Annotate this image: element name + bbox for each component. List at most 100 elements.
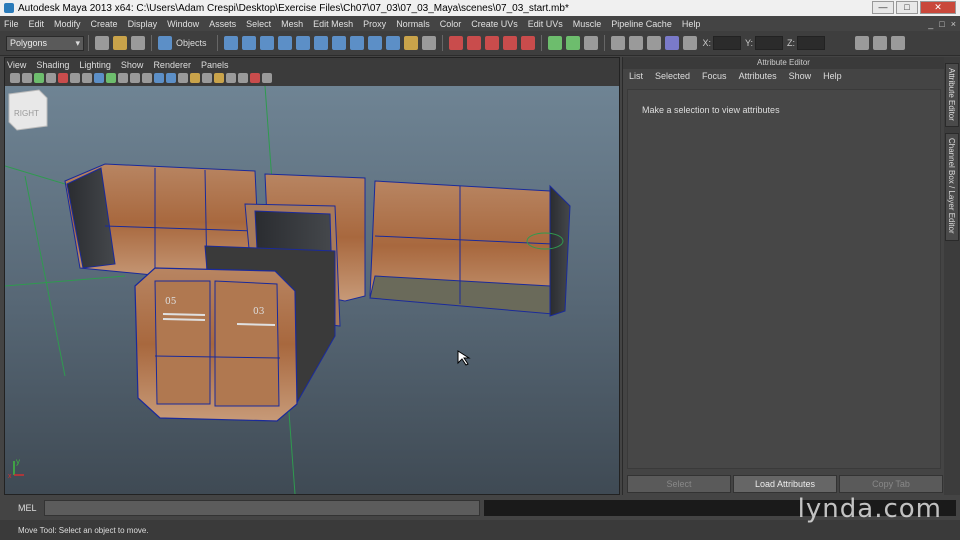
mask-dynamics-icon[interactable] [367,36,382,50]
select-button[interactable]: Select [627,475,731,493]
viewcube[interactable]: RIGHT [5,86,51,132]
ae-menu-help[interactable]: Help [823,71,842,81]
viewport-canvas[interactable]: 05 03 RIGHT persp [5,86,619,494]
mask-joints-icon[interactable] [295,36,310,50]
xray-icon[interactable] [226,73,236,83]
snap-to-curve-icon[interactable] [466,36,481,50]
menu-display[interactable]: Display [128,19,158,29]
viewport-menu-view[interactable]: View [7,60,26,70]
maximize-button[interactable]: □ [896,1,918,14]
menu-set-dropdown[interactable]: Polygons [6,35,84,51]
grid-toggle-icon[interactable] [58,73,68,83]
viewport-menu-show[interactable]: Show [121,60,144,70]
ae-menu-focus[interactable]: Focus [702,71,727,81]
menu-color[interactable]: Color [440,19,462,29]
viewport-menu-shading[interactable]: Shading [36,60,69,70]
field-chart-icon[interactable] [106,73,116,83]
command-language-label[interactable]: MEL [4,503,44,513]
tab-channel-box[interactable]: Channel Box / Layer Editor [945,133,959,241]
menu-modify[interactable]: Modify [54,19,81,29]
tab-attribute-editor[interactable]: Attribute Editor [945,63,959,127]
menu-file[interactable]: File [4,19,19,29]
highlight-selection-icon[interactable] [421,36,436,50]
make-live-icon[interactable] [520,36,535,50]
minimize-button[interactable]: — [872,1,894,14]
select-by-object-icon[interactable] [241,36,256,50]
menu-muscle[interactable]: Muscle [573,19,602,29]
bookmarks-icon[interactable] [34,73,44,83]
isolate-select-icon[interactable] [250,73,260,83]
menu-edit[interactable]: Edit [29,19,45,29]
menu-proxy[interactable]: Proxy [363,19,386,29]
wireframe-icon[interactable] [142,73,152,83]
ambient-occlusion-icon[interactable] [214,73,224,83]
toggle-attribute-editor-icon[interactable] [855,36,870,50]
toggle-tool-settings-icon[interactable] [873,36,888,50]
menu-select[interactable]: Select [246,19,271,29]
shadows-icon[interactable] [202,73,212,83]
menu-create-uvs[interactable]: Create UVs [471,19,518,29]
viewport-menu-panels[interactable]: Panels [201,60,229,70]
render-view-icon[interactable] [610,36,625,50]
ae-menu-list[interactable]: List [629,71,643,81]
ae-menu-attributes[interactable]: Attributes [739,71,777,81]
menu-mesh[interactable]: Mesh [281,19,303,29]
mask-curves-icon[interactable] [313,36,328,50]
inner-maximize-button[interactable]: □ [939,19,944,29]
camera-attributes-icon[interactable] [22,73,32,83]
wireframe-on-shaded-icon[interactable] [166,73,176,83]
copy-tab-button[interactable]: Copy Tab [839,475,943,493]
menu-assets[interactable]: Assets [209,19,236,29]
mask-rendering-icon[interactable] [385,36,400,50]
render-settings-icon[interactable] [664,36,679,50]
menu-window[interactable]: Window [167,19,199,29]
corridor-module-right[interactable] [369,180,571,317]
new-scene-icon[interactable] [95,36,109,50]
menu-normals[interactable]: Normals [396,19,430,29]
mask-handles-icon[interactable] [277,36,292,50]
viewport-menu-renderer[interactable]: Renderer [153,60,191,70]
xray-active-components-icon[interactable] [262,73,272,83]
safe-action-icon[interactable] [118,73,128,83]
inner-close-button[interactable]: × [951,19,956,29]
selection-mode-icon[interactable] [158,36,172,50]
menu-pipeline-cache[interactable]: Pipeline Cache [611,19,672,29]
mask-surfaces-icon[interactable] [331,36,346,50]
smooth-shade-icon[interactable] [154,73,164,83]
image-plane-icon[interactable] [46,73,56,83]
snap-to-grid-icon[interactable] [448,36,463,50]
textured-icon[interactable] [178,73,188,83]
construction-icon[interactable] [565,36,580,50]
close-button[interactable]: ✕ [920,1,956,14]
film-gate-icon[interactable] [70,73,80,83]
inner-minimize-button[interactable]: _ [928,19,933,29]
ae-menu-show[interactable]: Show [789,71,812,81]
select-by-hierarchy-icon[interactable] [223,36,238,50]
ae-menu-selected[interactable]: Selected [655,71,690,81]
render-current-frame-icon[interactable] [628,36,643,50]
select-camera-icon[interactable] [10,73,20,83]
snap-to-view-plane-icon[interactable] [502,36,517,50]
input-output-icon[interactable] [583,36,598,50]
xray-joints-icon[interactable] [238,73,248,83]
coord-input-x[interactable] [713,36,742,50]
menu-help[interactable]: Help [682,19,701,29]
coord-input-y[interactable] [755,36,784,50]
hypershade-icon[interactable] [682,36,697,50]
menu-edit-mesh[interactable]: Edit Mesh [313,19,353,29]
load-attributes-button[interactable]: Load Attributes [733,475,837,493]
safe-title-icon[interactable] [130,73,140,83]
mask-deformers-icon[interactable] [349,36,364,50]
resolution-gate-icon[interactable] [82,73,92,83]
menu-edit-uvs[interactable]: Edit UVs [528,19,563,29]
save-scene-icon[interactable] [131,36,145,50]
menu-create[interactable]: Create [91,19,118,29]
snap-to-point-icon[interactable] [484,36,499,50]
gate-mask-icon[interactable] [94,73,104,83]
lock-selection-icon[interactable] [403,36,418,50]
ipr-render-icon[interactable] [646,36,661,50]
select-by-component-icon[interactable] [259,36,274,50]
history-icon[interactable] [547,36,562,50]
use-all-lights-icon[interactable] [190,73,200,83]
toggle-channel-box-icon[interactable] [891,36,906,50]
